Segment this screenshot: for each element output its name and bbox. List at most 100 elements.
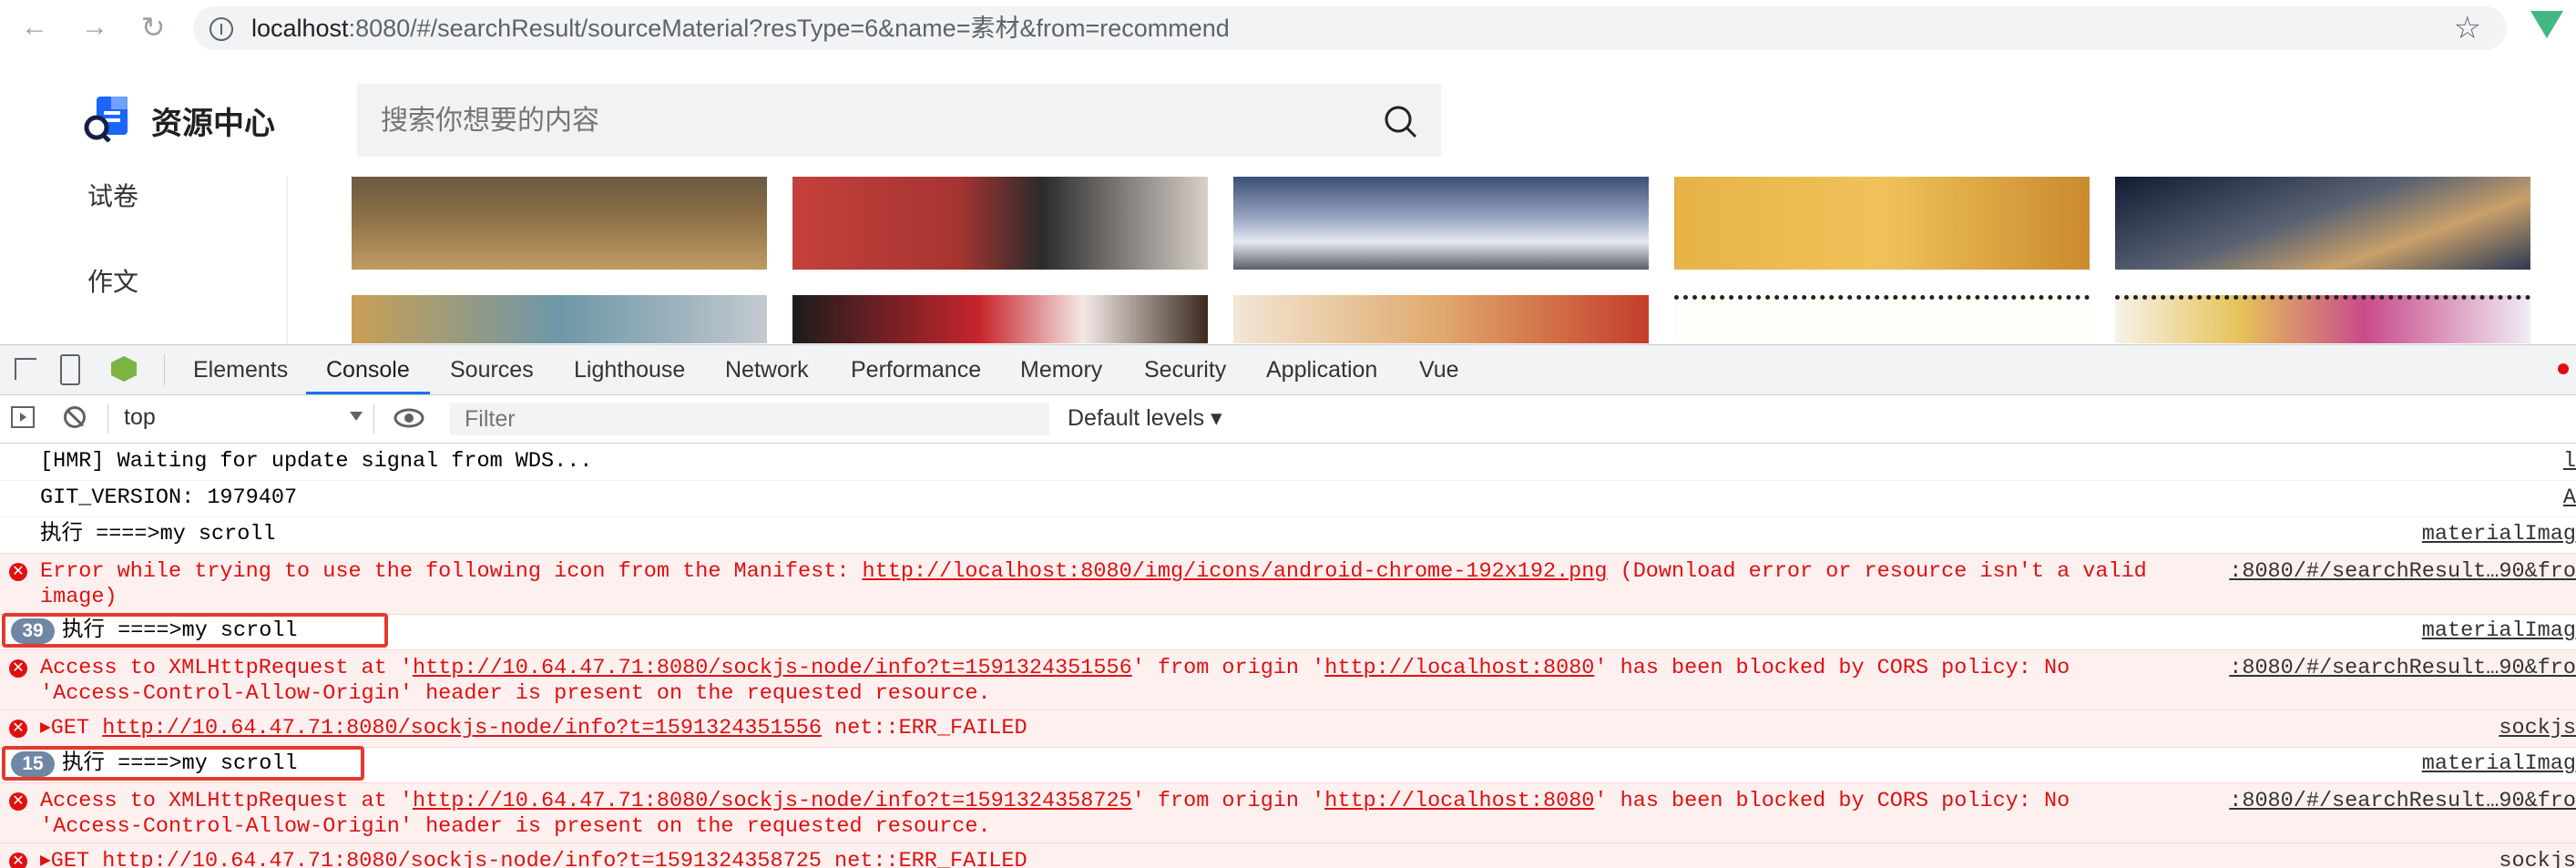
message-source-link[interactable]: :8080/#/searchResult…90&fro	[2218, 559, 2576, 585]
error-text: ' has been blocked by CORS policy: No	[1594, 789, 2070, 813]
error-count-icon[interactable]	[2558, 363, 2569, 374]
message-source-link[interactable]: A	[2563, 485, 2576, 511]
error-text: Access to XMLHttpRequest at '	[40, 656, 413, 680]
error-text: Error while trying to use the following …	[40, 559, 863, 584]
filter-input[interactable]	[450, 403, 1049, 435]
origin-link[interactable]: http://localhost:8080	[1324, 656, 1594, 680]
material-thumbnail[interactable]	[1233, 177, 1649, 270]
message-source-link[interactable]: materialImag	[2422, 751, 2576, 777]
message-text: ▸GET http://10.64.47.71:8080/sockjs-node…	[40, 716, 1027, 741]
console-error: ✕ Access to XMLHttpRequest at 'http://10…	[0, 649, 2576, 711]
eye-icon[interactable]	[394, 406, 424, 430]
material-thumbnail[interactable]	[1233, 295, 1649, 343]
error-icon: ✕	[9, 720, 27, 738]
material-thumbnail[interactable]	[1674, 177, 2090, 270]
url-path: :8080/#/searchResult/sourceMaterial?resT…	[348, 15, 1230, 42]
message-source-link[interactable]: materialImag	[2422, 522, 2576, 547]
devtools-tab-bar: Elements Console Sources Lighthouse Netw…	[0, 345, 2576, 395]
tab-elements[interactable]: Elements	[193, 345, 288, 394]
device-toolbar-icon[interactable]	[60, 354, 80, 385]
message-source-link[interactable]: sockjs	[2499, 849, 2576, 868]
error-text: ' from origin '	[1131, 656, 1325, 680]
material-thumbnail[interactable]	[2115, 177, 2530, 270]
tab-memory[interactable]: Memory	[1020, 345, 1102, 394]
expand-arrow[interactable]: ▸GET	[40, 716, 102, 740]
vue-devtools-icon[interactable]	[2530, 11, 2563, 38]
console-output: [HMR] Waiting for update signal from WDS…	[0, 444, 2576, 868]
console-error: ✕ Access to XMLHttpRequest at 'http://10…	[0, 782, 2576, 844]
message-text: ▸GET http://10.64.47.71:8080/sockjs-node…	[40, 849, 1027, 868]
console-message: [HMR] Waiting for update signal from WDS…	[0, 444, 2576, 481]
error-text: ' has been blocked by CORS policy: No	[1594, 656, 2070, 680]
arrow-right-icon[interactable]: →	[77, 9, 113, 46]
message-source-link[interactable]: materialImag	[2422, 618, 2576, 644]
log-levels-dropdown[interactable]: Default levels ▾	[1068, 404, 1222, 432]
message-source-link[interactable]: :8080/#/searchResult…90&fro	[2218, 656, 2576, 681]
error-text: (Download error or resource isn't a vali…	[1607, 559, 2147, 584]
search-input[interactable]	[379, 84, 1293, 158]
console-error: ✕ ▸GET http://10.64.47.71:8080/sockjs-no…	[0, 710, 2576, 748]
toolbar-divider	[373, 404, 374, 434]
tab-application[interactable]: Application	[1266, 345, 1377, 394]
message-source-link[interactable]: l	[2563, 449, 2576, 475]
context-selector[interactable]: top	[124, 404, 363, 434]
material-thumbnail[interactable]	[792, 295, 1208, 343]
reload-icon[interactable]: ↻	[135, 9, 171, 46]
url-text[interactable]: localhost:8080/#/searchResult/sourceMate…	[251, 6, 1230, 50]
material-thumbnail[interactable]	[792, 177, 1208, 270]
message-text: 执行 ====>my scroll	[40, 522, 276, 546]
search-icon[interactable]	[1383, 104, 1419, 140]
star-icon[interactable]: ☆	[2454, 10, 2481, 46]
request-link[interactable]: http://10.64.47.71:8080/sockjs-node/info…	[102, 849, 822, 868]
console-message: 执行 ====>my scroll materialImag	[0, 516, 2576, 554]
material-thumbnail[interactable]	[352, 295, 767, 343]
tab-vue[interactable]: Vue	[1419, 345, 1459, 394]
tab-lighthouse[interactable]: Lighthouse	[574, 345, 685, 394]
message-text-continued: 'Access-Control-Allow-Origin' header is …	[40, 681, 991, 706]
request-link[interactable]: http://10.64.47.71:8080/sockjs-node/info…	[102, 716, 822, 740]
request-link[interactable]: http://10.64.47.71:8080/sockjs-node/info…	[413, 789, 1132, 813]
material-thumbnail[interactable]	[352, 177, 767, 270]
tab-sources[interactable]: Sources	[450, 345, 534, 394]
message-source-link[interactable]: :8080/#/searchResult…90&fro	[2218, 789, 2576, 814]
tab-console[interactable]: Console	[306, 345, 430, 394]
console-message: 15 执行 ====>my scroll materialImag	[0, 746, 2576, 783]
error-icon: ✕	[9, 792, 27, 811]
console-message: GIT_VERSION: 1979407 A	[0, 480, 2576, 517]
sidebar-item-exam[interactable]: 试卷	[87, 177, 138, 213]
error-text: ' from origin '	[1131, 789, 1325, 813]
message-text: Error while trying to use the following …	[40, 559, 2147, 585]
resource-link[interactable]: http://localhost:8080/img/icons/android-…	[863, 559, 1608, 584]
material-thumbnail[interactable]	[2115, 295, 2530, 343]
address-bar[interactable]: localhost:8080/#/searchResult/sourceMate…	[193, 6, 2507, 50]
tab-network[interactable]: Network	[725, 345, 809, 394]
highlight-box	[2, 746, 364, 781]
resource-center-logo[interactable]	[84, 95, 137, 142]
error-text: net::ERR_FAILED	[821, 716, 1027, 740]
message-text-continued: image)	[40, 585, 118, 609]
console-toolbar: top Default levels ▾	[0, 395, 2576, 444]
origin-link[interactable]: http://localhost:8080	[1324, 789, 1594, 813]
highlight-box	[2, 613, 388, 648]
info-icon[interactable]	[210, 17, 233, 41]
dropdown-arrow-icon	[350, 412, 363, 421]
error-icon: ✕	[9, 853, 27, 868]
sidebar-toggle-icon[interactable]	[11, 406, 35, 428]
message-text: Access to XMLHttpRequest at 'http://10.6…	[40, 789, 2070, 814]
node-icon[interactable]	[111, 356, 137, 382]
arrow-left-icon[interactable]: ←	[16, 9, 53, 46]
message-text-continued: 'Access-Control-Allow-Origin' header is …	[40, 814, 991, 839]
web-page: 资源中心 试卷 作文	[0, 56, 2576, 343]
tab-performance[interactable]: Performance	[851, 345, 981, 394]
url-host: localhost	[251, 15, 349, 42]
clear-console-icon[interactable]	[64, 406, 86, 428]
message-source-link[interactable]: sockjs	[2499, 716, 2576, 741]
tab-security[interactable]: Security	[1144, 345, 1226, 394]
material-thumbnail[interactable]	[1674, 295, 2090, 343]
inspect-element-icon[interactable]	[15, 358, 36, 380]
request-link[interactable]: http://10.64.47.71:8080/sockjs-node/info…	[413, 656, 1132, 680]
sidebar-item-essay[interactable]: 作文	[87, 262, 138, 299]
expand-arrow[interactable]: ▸GET	[40, 849, 102, 868]
brand-name: 资源中心	[151, 107, 275, 141]
console-error: ✕ Error while trying to use the followin…	[0, 553, 2576, 615]
